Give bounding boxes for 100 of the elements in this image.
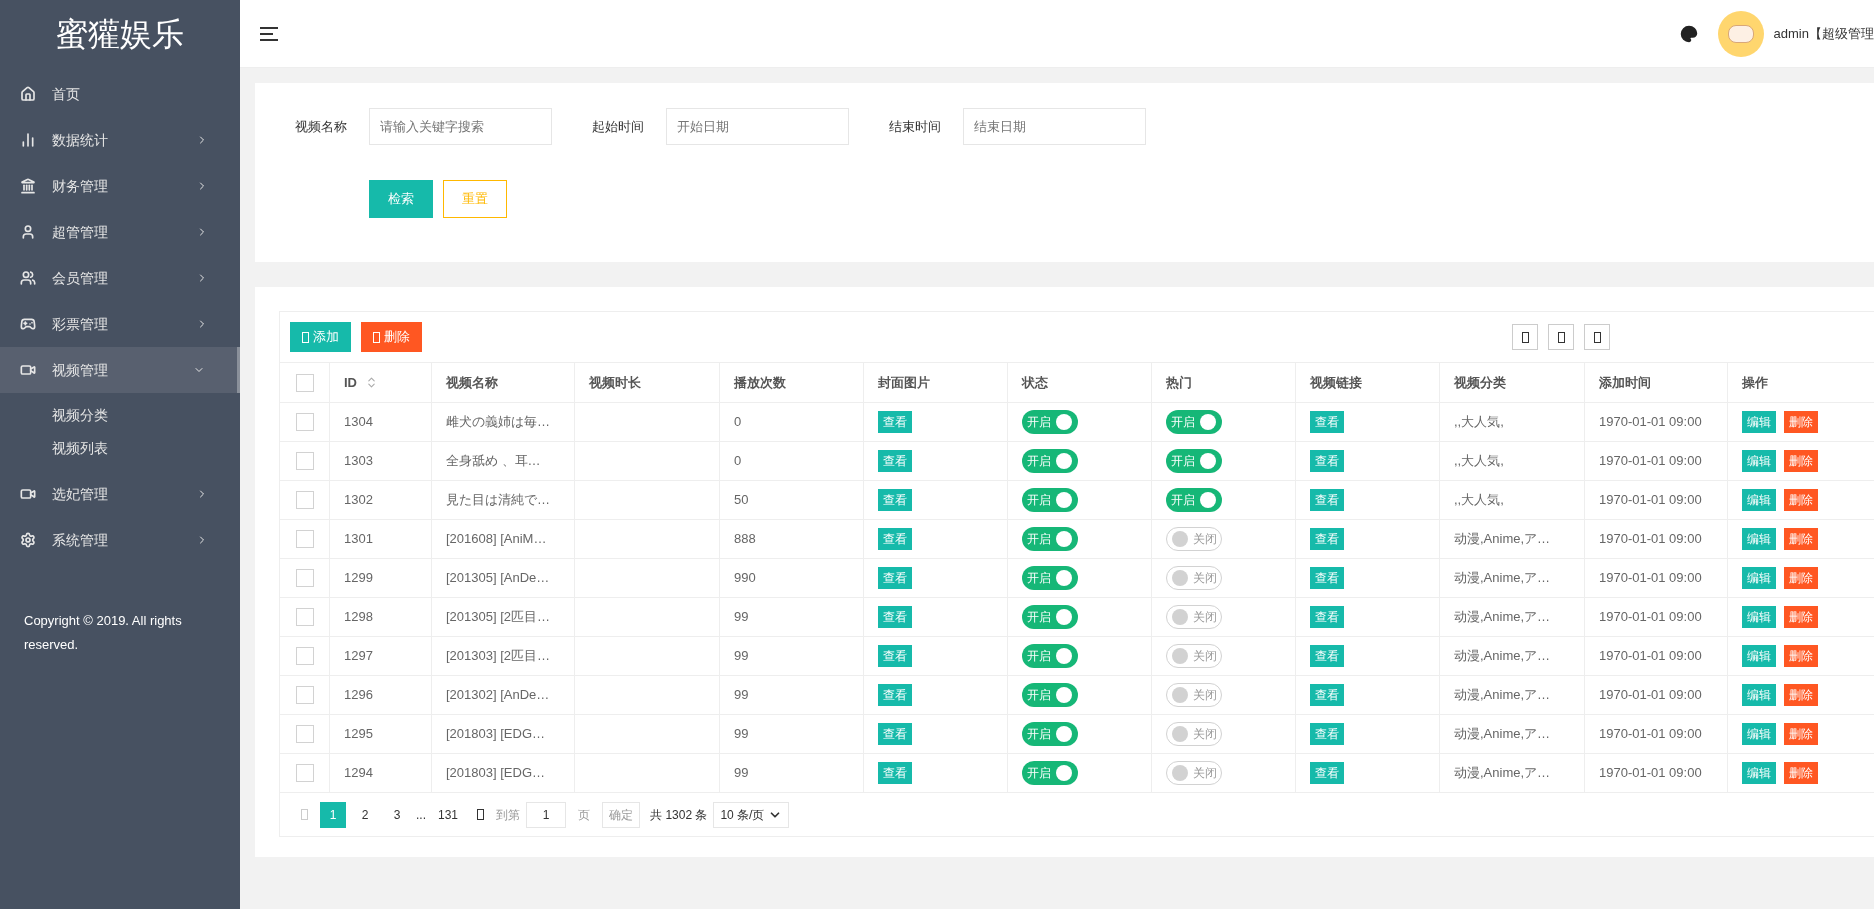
sidebar-item[interactable]: 选妃管理	[0, 471, 240, 517]
view-button[interactable]: 查看	[878, 450, 912, 472]
checkbox[interactable]	[295, 569, 314, 587]
page-input[interactable]: 1	[526, 801, 567, 828]
view-button[interactable]: 查看	[878, 684, 912, 706]
submenu-item[interactable]: 视频列表	[0, 432, 240, 465]
toggle-switch[interactable]: 开启	[1022, 488, 1078, 512]
confirm-button[interactable]: 确定	[602, 801, 641, 828]
toggle-switch[interactable]: 开启	[1022, 644, 1078, 668]
view-button[interactable]: 查看	[878, 567, 912, 589]
toggle-switch[interactable]: 关闭	[1166, 527, 1222, 551]
toggle-switch[interactable]: 关闭	[1166, 605, 1222, 629]
search-button[interactable]: 检索	[369, 180, 433, 218]
checkbox[interactable]	[295, 413, 314, 431]
toolbar-icon-button[interactable]	[1512, 324, 1538, 350]
delete-button[interactable]: 删除	[1784, 684, 1818, 706]
view-button[interactable]: 查看	[1310, 723, 1344, 745]
view-button[interactable]: 查看	[878, 489, 912, 511]
delete-button[interactable]: 删除	[1784, 606, 1818, 628]
toggle-switch[interactable]: 关闭	[1166, 722, 1222, 746]
palette-icon[interactable]	[1679, 24, 1698, 43]
checkbox[interactable]	[295, 764, 314, 782]
edit-button[interactable]: 编辑	[1742, 723, 1776, 745]
toggle-switch[interactable]: 关闭	[1166, 683, 1222, 707]
delete-button[interactable]: 删除	[361, 322, 422, 352]
view-button[interactable]: 查看	[878, 762, 912, 784]
delete-button[interactable]: 删除	[1784, 528, 1818, 550]
view-button[interactable]: 查看	[878, 645, 912, 667]
sidebar-item[interactable]: 首页	[0, 71, 240, 117]
add-button[interactable]: 添加	[290, 322, 351, 352]
toggle-switch[interactable]: 关闭	[1166, 761, 1222, 785]
checkbox[interactable]	[295, 608, 314, 626]
reset-button[interactable]: 重置	[443, 180, 507, 218]
checkbox[interactable]	[295, 530, 314, 548]
sidebar-item[interactable]: 彩票管理	[0, 301, 240, 347]
checkbox[interactable]	[295, 725, 314, 743]
view-button[interactable]: 查看	[878, 723, 912, 745]
sort-icon[interactable]	[365, 376, 378, 389]
checkbox[interactable]	[295, 491, 314, 509]
view-button[interactable]: 查看	[1310, 645, 1344, 667]
column-header[interactable]: ID	[330, 363, 432, 402]
toggle-switch[interactable]: 开启	[1022, 683, 1078, 707]
page-button[interactable]: 3	[384, 801, 410, 828]
toggle-switch[interactable]: 开启	[1022, 449, 1078, 473]
edit-button[interactable]: 编辑	[1742, 567, 1776, 589]
toggle-switch[interactable]: 关闭	[1166, 644, 1222, 668]
delete-button[interactable]: 删除	[1784, 411, 1818, 433]
delete-button[interactable]: 删除	[1784, 645, 1818, 667]
toggle-switch[interactable]: 开启	[1166, 488, 1222, 512]
search-field[interactable]: 请输入关键字搜索	[369, 108, 552, 145]
toggle-switch[interactable]: 开启	[1166, 449, 1222, 473]
view-button[interactable]: 查看	[1310, 606, 1344, 628]
view-button[interactable]: 查看	[878, 411, 912, 433]
toggle-switch[interactable]: 关闭	[1166, 566, 1222, 590]
edit-button[interactable]: 编辑	[1742, 606, 1776, 628]
toggle-switch[interactable]: 开启	[1022, 566, 1078, 590]
toggle-switch[interactable]: 开启	[1022, 722, 1078, 746]
toggle-switch[interactable]: 开启	[1022, 410, 1078, 434]
view-button[interactable]: 查看	[1310, 489, 1344, 511]
sidebar-item[interactable]: 数据统计	[0, 117, 240, 163]
sidebar-item[interactable]: 视频管理	[0, 347, 240, 393]
checkbox[interactable]	[295, 373, 314, 392]
toggle-switch[interactable]: 开启	[1166, 410, 1222, 434]
user-name[interactable]: admin【超级管理	[1773, 23, 1874, 44]
view-button[interactable]: 查看	[1310, 411, 1344, 433]
edit-button[interactable]: 编辑	[1742, 489, 1776, 511]
delete-button[interactable]: 删除	[1784, 723, 1818, 745]
sidebar-item[interactable]: 会员管理	[0, 255, 240, 301]
page-size-select[interactable]: 10 条/页	[713, 801, 790, 828]
sidebar-item[interactable]: 超管管理	[0, 209, 240, 255]
checkbox[interactable]	[295, 686, 314, 704]
delete-button[interactable]: 删除	[1784, 762, 1818, 784]
search-field[interactable]: 结束日期	[963, 108, 1146, 145]
view-button[interactable]: 查看	[1310, 450, 1344, 472]
toolbar-icon-button[interactable]	[1584, 324, 1610, 350]
edit-button[interactable]: 编辑	[1742, 645, 1776, 667]
page-button[interactable]: 1	[320, 801, 346, 828]
checkbox[interactable]	[295, 647, 314, 665]
view-button[interactable]: 查看	[1310, 762, 1344, 784]
view-button[interactable]: 查看	[1310, 528, 1344, 550]
view-button[interactable]: 查看	[1310, 684, 1344, 706]
toolbar-icon-button[interactable]	[1548, 324, 1574, 350]
search-field[interactable]: 开始日期	[666, 108, 849, 145]
edit-button[interactable]: 编辑	[1742, 684, 1776, 706]
view-button[interactable]: 查看	[878, 606, 912, 628]
toggle-switch[interactable]: 开启	[1022, 527, 1078, 551]
delete-button[interactable]: 删除	[1784, 489, 1818, 511]
sidebar-item[interactable]: 系统管理	[0, 517, 240, 563]
edit-button[interactable]: 编辑	[1742, 762, 1776, 784]
submenu-item[interactable]: 视频分类	[0, 399, 240, 432]
edit-button[interactable]: 编辑	[1742, 411, 1776, 433]
view-button[interactable]: 查看	[1310, 567, 1344, 589]
view-button[interactable]: 查看	[878, 528, 912, 550]
page-button[interactable]: 131	[432, 801, 465, 828]
delete-button[interactable]: 删除	[1784, 450, 1818, 472]
toggle-switch[interactable]: 开启	[1022, 605, 1078, 629]
checkbox[interactable]	[295, 452, 314, 470]
page-button[interactable]: 2	[352, 801, 378, 828]
edit-button[interactable]: 编辑	[1742, 528, 1776, 550]
toggle-switch[interactable]: 开启	[1022, 761, 1078, 785]
